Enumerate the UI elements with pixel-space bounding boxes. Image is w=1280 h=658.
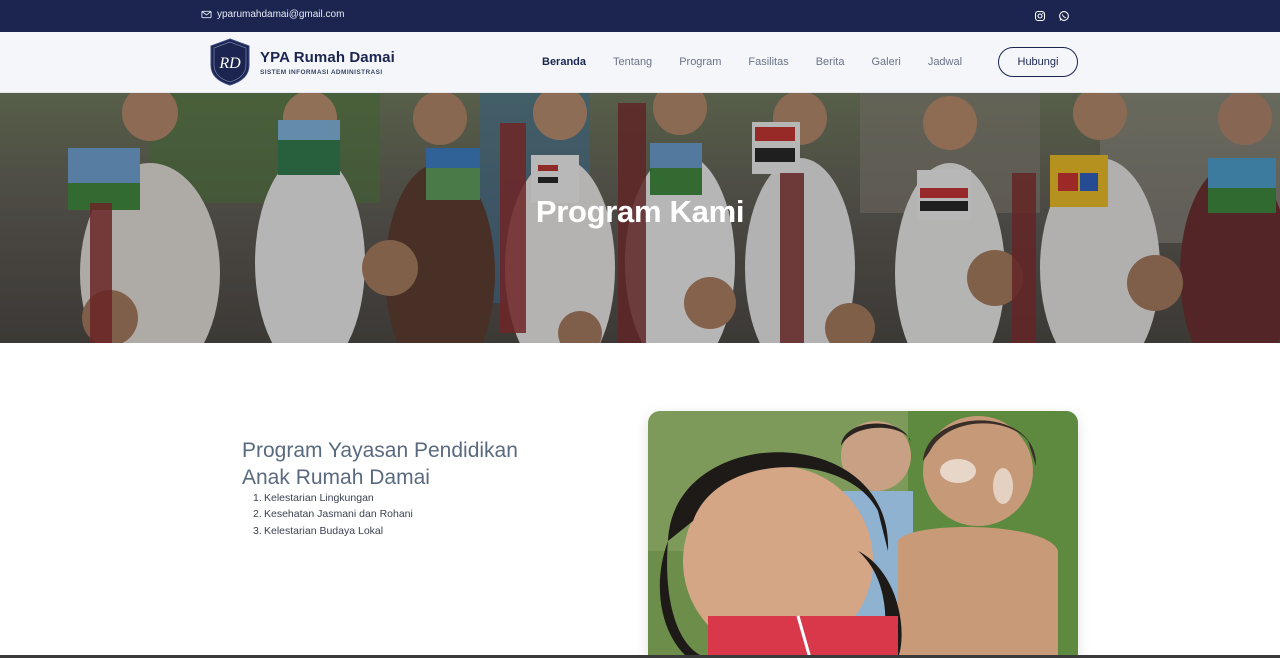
brand-tagline: SISTEM INFORMASI ADMINISTRASI xyxy=(260,69,383,76)
hero-banner: Program Kami xyxy=(0,93,1280,343)
list-text: Kesehatan Jasmani dan Rohani xyxy=(264,508,413,521)
email-text: yparumahdamai@gmail.com xyxy=(217,9,345,20)
top-bar: yparumahdamai@gmail.com xyxy=(0,0,1280,32)
contact-button[interactable]: Hubungi xyxy=(998,47,1078,77)
nav-jadwal[interactable]: Jadwal xyxy=(928,56,962,68)
social-links xyxy=(1034,9,1070,22)
program-heading-line1: Program Yayasan Pendidikan xyxy=(242,439,518,462)
program-list: 1. Kelestarian Lingkungan 2. Kesehatan Jas… xyxy=(253,490,413,539)
instagram-icon[interactable] xyxy=(1034,9,1046,22)
site-header: RD YPA Rumah Damai SISTEM INFORMASI ADMI… xyxy=(0,32,1280,93)
list-text: Kelestarian Budaya Lokal xyxy=(264,524,384,537)
program-photo xyxy=(648,411,1078,658)
mail-icon xyxy=(201,10,212,19)
whatsapp-icon[interactable] xyxy=(1058,9,1070,21)
brand[interactable]: YPA Rumah Damai SISTEM INFORMASI ADMINIS… xyxy=(260,49,395,76)
hero-title: Program Kami xyxy=(535,194,745,229)
program-heading-line2: Anak Rumah Damai xyxy=(242,466,430,489)
nav-program[interactable]: Program xyxy=(679,56,721,68)
main-nav: Beranda Tentang Program Fasilitas Berita… xyxy=(542,56,989,68)
nav-tentang[interactable]: Tentang xyxy=(613,56,652,68)
list-number: 3. xyxy=(253,524,262,537)
nav-galeri[interactable]: Galeri xyxy=(871,56,900,68)
brand-name: YPA Rumah Damai xyxy=(260,49,395,66)
logo[interactable]: RD xyxy=(209,38,251,86)
nav-berita[interactable]: Berita xyxy=(816,56,845,68)
program-heading: Program Yayasan Pendidikan Anak Rumah Da… xyxy=(242,437,572,491)
list-item: 2. Kesehatan Jasmani dan Rohani xyxy=(253,506,413,522)
list-item: 1. Kelestarian Lingkungan xyxy=(253,490,413,506)
list-number: 1. xyxy=(253,492,262,504)
list-item: 3. Kelestarian Budaya Lokal xyxy=(253,523,413,539)
nav-fasilitas[interactable]: Fasilitas xyxy=(748,56,788,68)
contact-email[interactable]: yparumahdamai@gmail.com xyxy=(201,9,344,20)
nav-beranda[interactable]: Beranda xyxy=(542,56,586,68)
list-text: Kelestarian Lingkungan xyxy=(264,492,374,504)
logo-letters: RD xyxy=(218,55,241,72)
list-number: 2. xyxy=(253,508,262,521)
